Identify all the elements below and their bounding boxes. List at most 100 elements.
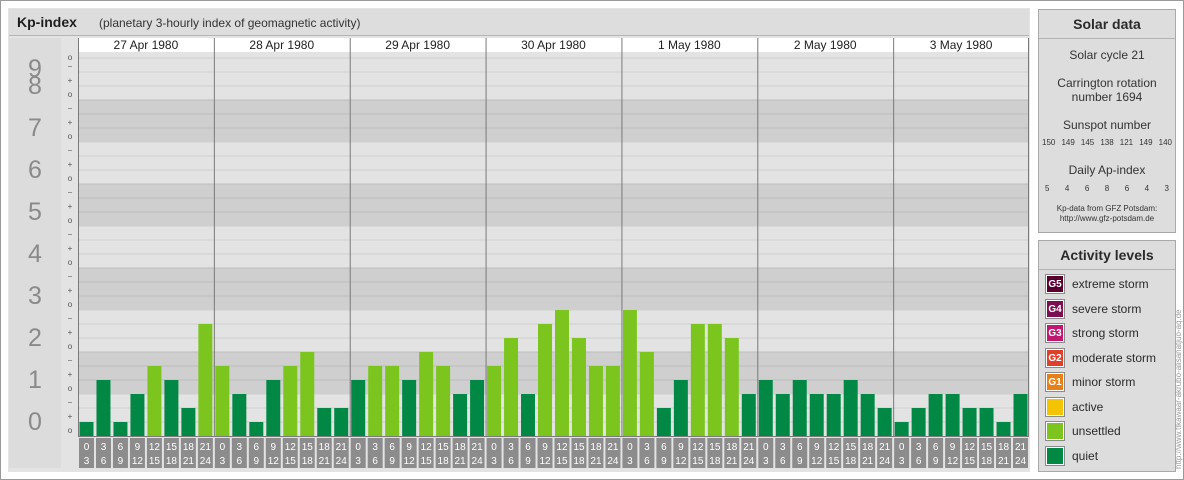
y-tick-label: 0 bbox=[28, 408, 42, 436]
y-minor-tick-label: − bbox=[68, 146, 73, 155]
y-axis-minor-labels: o+−o+−o+−o+−o+−o+−o+−o+−o+−o bbox=[68, 53, 73, 435]
kp-band bbox=[78, 184, 1029, 226]
interval-end-label: 18 bbox=[981, 456, 993, 467]
interval-end-label: 21 bbox=[590, 456, 602, 467]
y-minor-tick-label: + bbox=[68, 286, 73, 295]
kp-bar bbox=[809, 394, 824, 436]
kp-bar bbox=[724, 338, 739, 436]
kp-bar bbox=[215, 365, 230, 436]
legend-label: unsettled bbox=[1072, 424, 1121, 438]
interval-start-label: 6 bbox=[933, 442, 939, 453]
interval-end-label: 24 bbox=[200, 456, 212, 467]
y-minor-tick-label: o bbox=[68, 216, 73, 225]
interval-start-label: 0 bbox=[627, 442, 633, 453]
activity-levels-title: Activity levels bbox=[1039, 241, 1175, 270]
kp-bar bbox=[673, 380, 688, 436]
interval-start-label: 6 bbox=[118, 442, 124, 453]
y-minor-tick-label: + bbox=[68, 412, 73, 421]
ap-index-title: Daily Ap-index bbox=[1068, 163, 1146, 177]
kp-bar-chart: 0123456789 o+−o+−o+−o+−o+−o+−o+−o+−o+−o … bbox=[9, 38, 1029, 468]
day-label: 29 Apr 1980 bbox=[385, 38, 450, 52]
interval-end-label: 6 bbox=[780, 456, 786, 467]
legend-swatch bbox=[1045, 421, 1065, 441]
kp-level-bands bbox=[9, 38, 1029, 468]
kp-bar bbox=[622, 310, 637, 436]
y-minor-tick-label: − bbox=[68, 272, 73, 281]
interval-start-label: 12 bbox=[556, 442, 568, 453]
interval-start-label: 3 bbox=[237, 442, 243, 453]
interval-end-label: 9 bbox=[254, 456, 260, 467]
kp-bar bbox=[96, 380, 111, 436]
y-minor-tick-label: − bbox=[68, 398, 73, 407]
interval-start-label: 12 bbox=[964, 442, 976, 453]
kp-bar bbox=[843, 380, 858, 436]
interval-end-label: 3 bbox=[899, 456, 905, 467]
interval-end-label: 9 bbox=[525, 456, 531, 467]
interval-start-label: 18 bbox=[862, 442, 874, 453]
kp-band bbox=[78, 268, 1029, 310]
kp-bar bbox=[504, 338, 519, 436]
interval-end-label: 3 bbox=[220, 456, 226, 467]
solar-cycle: Solar cycle 21 bbox=[1069, 48, 1145, 62]
ap-index-value: 6 bbox=[1084, 184, 1090, 193]
interval-start-label: 15 bbox=[845, 442, 857, 453]
interval-end-label: 12 bbox=[539, 456, 551, 467]
legend-item: quiet bbox=[1045, 445, 1174, 467]
interval-end-label: 12 bbox=[811, 456, 823, 467]
y-minor-tick-label: − bbox=[68, 230, 73, 239]
interval-start-label: 0 bbox=[220, 442, 226, 453]
y-minor-tick-label: o bbox=[68, 53, 73, 62]
interval-start-label: 0 bbox=[355, 442, 361, 453]
interval-start-label: 18 bbox=[590, 442, 602, 453]
interval-start-label: 15 bbox=[573, 442, 585, 453]
y-minor-tick-label: o bbox=[68, 426, 73, 435]
y-minor-tick-label: − bbox=[68, 62, 73, 71]
interval-start-label: 21 bbox=[336, 442, 348, 453]
interval-end-label: 6 bbox=[916, 456, 922, 467]
interval-end-label: 21 bbox=[998, 456, 1010, 467]
credit-link[interactable]: http://www.gfz-potsdam.de bbox=[1039, 214, 1175, 224]
ap-index-value: 8 bbox=[1104, 184, 1110, 193]
interval-end-label: 15 bbox=[556, 456, 568, 467]
kp-bar bbox=[283, 365, 298, 436]
y-minor-tick-label: o bbox=[68, 174, 73, 183]
kp-bar bbox=[758, 380, 773, 436]
interval-start-label: 18 bbox=[455, 442, 467, 453]
sunspot-value: 138 bbox=[1100, 138, 1114, 147]
y-tick-label: 4 bbox=[28, 240, 42, 268]
kp-bar bbox=[164, 380, 179, 436]
interval-start-label: 12 bbox=[828, 442, 840, 453]
interval-start-label: 21 bbox=[879, 442, 891, 453]
kp-bar bbox=[147, 365, 162, 436]
kp-bar bbox=[538, 323, 552, 436]
kp-bar bbox=[487, 365, 502, 436]
kp-bar bbox=[232, 394, 247, 436]
y-minor-tick-label: − bbox=[68, 188, 73, 197]
kp-bar bbox=[419, 352, 434, 436]
interval-start-label: 12 bbox=[285, 442, 297, 453]
interval-end-label: 3 bbox=[84, 456, 90, 467]
interval-start-label: 9 bbox=[271, 442, 277, 453]
ap-index-value: 4 bbox=[1064, 184, 1070, 193]
interval-start-label: 6 bbox=[254, 442, 260, 453]
legend-item: G2 moderate storm bbox=[1045, 347, 1174, 369]
legend-item: G4 severe storm bbox=[1045, 298, 1174, 320]
kp-bar bbox=[555, 310, 569, 436]
interval-start-label: 3 bbox=[508, 442, 514, 453]
interval-end-label: 3 bbox=[763, 456, 769, 467]
interval-end-label: 24 bbox=[472, 456, 484, 467]
interval-start-label: 3 bbox=[780, 442, 786, 453]
legend-item: active bbox=[1045, 396, 1174, 418]
y-minor-tick-label: o bbox=[68, 258, 73, 267]
kp-bar bbox=[707, 323, 722, 436]
interval-start-label: 0 bbox=[899, 442, 905, 453]
sunspot-value: 121 bbox=[1119, 138, 1134, 147]
ap-index-value: 4 bbox=[1144, 184, 1150, 193]
y-tick-label: 5 bbox=[28, 198, 42, 226]
kp-bar bbox=[181, 407, 196, 436]
interval-start-label: 3 bbox=[644, 442, 650, 453]
day-label: 27 Apr 1980 bbox=[114, 38, 179, 52]
interval-end-label: 24 bbox=[336, 456, 348, 467]
y-minor-tick-label: o bbox=[68, 132, 73, 141]
ap-index-value: 5 bbox=[1045, 184, 1050, 193]
